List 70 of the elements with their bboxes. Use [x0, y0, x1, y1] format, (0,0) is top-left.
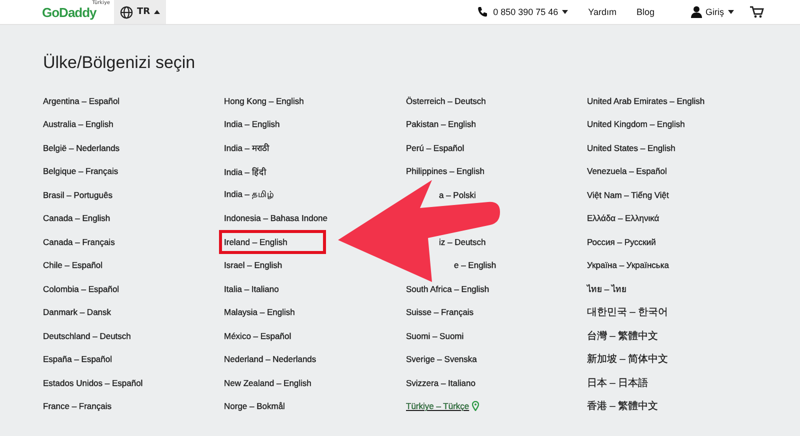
country-link[interactable]: Suisse – Français	[406, 307, 474, 318]
country-link[interactable]: New Zealand – English	[224, 378, 312, 388]
country-link[interactable]: ไทย – ไทย	[587, 282, 626, 296]
country-link[interactable]: Canada – English	[43, 213, 110, 224]
country-link[interactable]: Österreich – Deutsch	[406, 96, 486, 106]
country-link[interactable]: 香港 – 繁體中文	[587, 399, 658, 414]
country-link[interactable]: Pakistan – English	[406, 119, 476, 130]
country-link[interactable]: United States – English	[587, 142, 676, 153]
country-link[interactable]: Philippines – English	[406, 166, 484, 176]
phone-button[interactable]: 0 850 390 75 46	[467, 0, 578, 24]
country-link[interactable]: Ireland – English	[222, 232, 324, 251]
country-link[interactable]: Norge – Bokmål	[224, 401, 285, 412]
country-link[interactable]: 新加坡 – 简体中文	[587, 352, 668, 366]
caret-icon	[728, 10, 734, 14]
country-link[interactable]: iz – Deutsch	[439, 236, 486, 247]
country-link[interactable]: France – Français	[43, 401, 112, 412]
country-link[interactable]: Deutschland – Deutsch	[43, 330, 131, 341]
country-link[interactable]: United Arab Emirates – English	[587, 96, 705, 106]
country-link[interactable]: Australia – English	[43, 119, 114, 130]
page-title: Ülke/Bölgenizi seçin	[43, 52, 196, 74]
country-link[interactable]: Argentina – Español	[43, 96, 120, 106]
country-link[interactable]: 台灣 – 繁體中文	[587, 328, 658, 343]
country-link[interactable]: España – Español	[43, 354, 112, 364]
country-link[interactable]: India – मराठी	[224, 142, 269, 154]
country-link[interactable]: Canada – Français	[43, 236, 115, 247]
country-link[interactable]: Danmark – Dansk	[43, 307, 112, 318]
country-link[interactable]: India – தமிழ்	[224, 189, 274, 200]
country-link[interactable]: Belgique – Français	[43, 166, 118, 176]
country-link[interactable]: e – English	[454, 260, 496, 270]
country-link[interactable]: India – English	[224, 119, 280, 130]
country-link[interactable]: Nederland – Nederlands	[224, 354, 316, 364]
cart-icon[interactable]	[750, 6, 764, 18]
country-link[interactable]: Chile – Español	[43, 260, 103, 270]
nav-link[interactable]: Blog	[626, 0, 664, 24]
country-link[interactable]: México – Español	[224, 330, 292, 341]
country-link[interactable]: Suomi – Suomi	[406, 330, 464, 341]
country-link[interactable]: Brasil – Português	[43, 190, 112, 200]
country-link[interactable]: Svizzera – Italiano	[406, 378, 476, 388]
caret-icon	[154, 10, 160, 14]
country-link[interactable]: Россия – Русский	[587, 236, 656, 247]
nav-link[interactable]: Yardım	[578, 0, 626, 24]
country-link[interactable]: Sverige – Svenska	[406, 354, 477, 364]
country-link[interactable]: Colombia – Español	[43, 284, 120, 294]
country-link[interactable]: United Kingdom – English	[587, 119, 685, 130]
country-link[interactable]: a – Polski	[439, 190, 476, 200]
country-link[interactable]: Israel – English	[224, 260, 282, 270]
country-link[interactable]: Hong Kong – English	[224, 96, 304, 106]
country-link[interactable]: Ελλάδα – Ελληνικά	[587, 213, 660, 224]
country-link[interactable]: Malaysia – English	[224, 307, 295, 318]
country-link[interactable]: Italia – Italiano	[224, 284, 279, 294]
country-link[interactable]: Việt Nam – Tiếng Việt	[587, 190, 669, 200]
country-link[interactable]: Estados Unidos – Español	[43, 378, 143, 388]
country-link[interactable]: België – Nederlands	[43, 142, 120, 153]
country-link[interactable]: Venezuela – Español	[587, 166, 667, 176]
country-link[interactable]: Indonesia – Bahasa Indone	[224, 213, 328, 224]
country-link[interactable]: Україна – Українська	[587, 260, 669, 270]
country-link[interactable]: South Africa – English	[406, 284, 490, 294]
pin-icon	[472, 401, 480, 412]
country-link[interactable]: Perú – Español	[406, 142, 464, 153]
logo-text: GoDaddy	[42, 4, 96, 20]
country-link[interactable]: Türkiye – Türkçe	[406, 401, 480, 412]
caret-icon	[562, 10, 568, 14]
country-link[interactable]: 대한민국 – 한국어	[587, 305, 668, 320]
user-icon	[690, 6, 702, 18]
login-button[interactable]: Giriş	[680, 0, 744, 24]
country-link[interactable]: India – हिंदी	[224, 166, 266, 177]
country-link[interactable]: 日本 – 日本語	[587, 376, 648, 390]
phone-icon	[477, 6, 490, 18]
locale-button[interactable]: TR	[114, 0, 166, 24]
globe-icon	[120, 6, 133, 18]
